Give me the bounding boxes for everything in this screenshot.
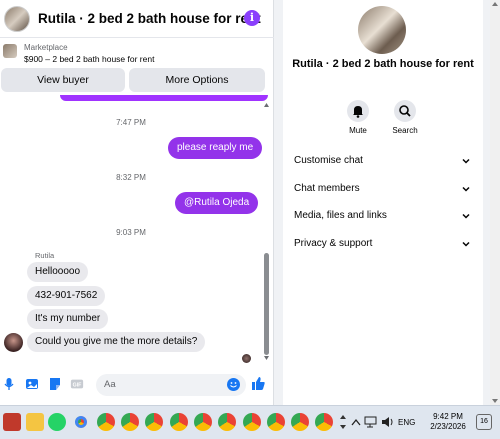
chevron-down-icon: [462, 158, 470, 164]
previous-message-bubble-edge: [60, 95, 268, 101]
chat-title[interactable]: Rutila · 2 bed 2 bath house for rent: [38, 11, 261, 26]
sender-name: Rutila: [35, 251, 55, 260]
chrome-icon[interactable]: [267, 413, 285, 431]
taskbar-scroll-arrows[interactable]: [339, 412, 347, 432]
sticker-icon[interactable]: [48, 377, 62, 391]
section-label: Chat members: [294, 183, 360, 194]
chevron-down-icon: [462, 186, 470, 192]
network-icon[interactable]: [364, 416, 378, 428]
section-privacy-support[interactable]: Privacy & support: [294, 238, 472, 249]
gif-icon[interactable]: GIF: [70, 377, 84, 391]
search-icon: [399, 105, 411, 117]
search-button[interactable]: [394, 100, 416, 122]
chrome-icon[interactable]: [218, 413, 236, 431]
emoji-icon[interactable]: [227, 378, 240, 391]
chrome-icon[interactable]: [315, 413, 333, 431]
outgoing-message[interactable]: @Rutila Ojeda: [175, 192, 259, 214]
volume-icon[interactable]: [381, 416, 395, 428]
chrome-icon[interactable]: [170, 413, 188, 431]
listing-detail: $900 – 2 bed 2 bath house for rent: [24, 54, 155, 64]
svg-text:GIF: GIF: [73, 383, 83, 389]
info-icon[interactable]: i: [244, 10, 260, 26]
chevron-down-icon: [462, 213, 470, 219]
chevron-down-icon: [462, 241, 470, 247]
listing-caption: Marketplace: [24, 43, 68, 52]
section-label: Media, files and links: [294, 210, 387, 221]
timestamp: 8:32 PM: [116, 173, 146, 182]
bell-icon: [353, 106, 363, 118]
notification-center-icon[interactable]: 16: [476, 414, 492, 430]
chrome-icon[interactable]: [97, 413, 115, 431]
chat-header: Rutila · 2 bed 2 bath house for rent i: [0, 0, 274, 38]
mute-button[interactable]: [347, 100, 369, 122]
chevron-up-icon[interactable]: [351, 418, 361, 426]
app-icon[interactable]: [3, 413, 21, 431]
view-buyer-button[interactable]: View buyer: [1, 68, 125, 92]
section-label: Privacy & support: [294, 238, 373, 249]
incoming-message[interactable]: It's my number: [27, 309, 109, 329]
section-customise-chat[interactable]: Customise chat: [294, 155, 472, 166]
message-input[interactable]: Aa: [96, 374, 246, 396]
conversation-info-panel: Rutila · 2 bed 2 bath house for rent Mut…: [283, 0, 483, 405]
timestamp: 7:47 PM: [116, 118, 146, 127]
chrome-icon[interactable]: [243, 413, 261, 431]
clock[interactable]: 9:42 PM 2/23/2026: [425, 412, 471, 432]
info-title: Rutila · 2 bed 2 bath house for rent: [292, 58, 474, 70]
incoming-message[interactable]: Could you give me the more details?: [27, 332, 206, 352]
chat-panel: Rutila · 2 bed 2 bath house for rent i M…: [0, 0, 274, 405]
chrome-icon[interactable]: [145, 413, 163, 431]
section-chat-members[interactable]: Chat members: [294, 183, 472, 194]
sender-avatar[interactable]: [4, 333, 23, 352]
microphone-icon[interactable]: [2, 377, 16, 391]
photo-icon[interactable]: [25, 377, 39, 391]
chrome-icon[interactable]: [121, 413, 139, 431]
incoming-message[interactable]: Hellooooo: [27, 262, 89, 282]
window-scrollbar[interactable]: [490, 0, 500, 405]
search-label: Search: [392, 126, 418, 135]
seen-avatar-icon: [242, 354, 251, 363]
listing-banner[interactable]: Marketplace $900 – 2 bed 2 bath house fo…: [0, 38, 274, 68]
listing-small-thumbnail: [3, 44, 17, 58]
mute-label: Mute: [349, 126, 367, 135]
timestamp: 9:03 PM: [116, 228, 146, 237]
clock-date: 2/23/2026: [430, 422, 466, 431]
listing-thumbnail[interactable]: [4, 5, 30, 32]
scrollbar-thumb[interactable]: [264, 253, 269, 355]
whatsapp-icon[interactable]: [48, 413, 66, 431]
listing-profile-photo[interactable]: [358, 6, 406, 54]
section-label: Customise chat: [294, 155, 363, 166]
language-indicator[interactable]: ENG: [398, 418, 415, 427]
more-options-button[interactable]: More Options: [129, 68, 265, 92]
chrome-icon[interactable]: [291, 413, 309, 431]
clock-time: 9:42 PM: [433, 412, 463, 421]
outgoing-message[interactable]: please reaply me: [168, 137, 263, 159]
file-explorer-icon[interactable]: [26, 413, 44, 431]
incoming-message[interactable]: 432-901-7562: [27, 286, 106, 306]
section-media-files-links[interactable]: Media, files and links: [294, 210, 472, 221]
thumbs-up-icon[interactable]: [251, 376, 266, 391]
chrome-icon[interactable]: [194, 413, 212, 431]
chrome-icon[interactable]: [72, 413, 90, 431]
